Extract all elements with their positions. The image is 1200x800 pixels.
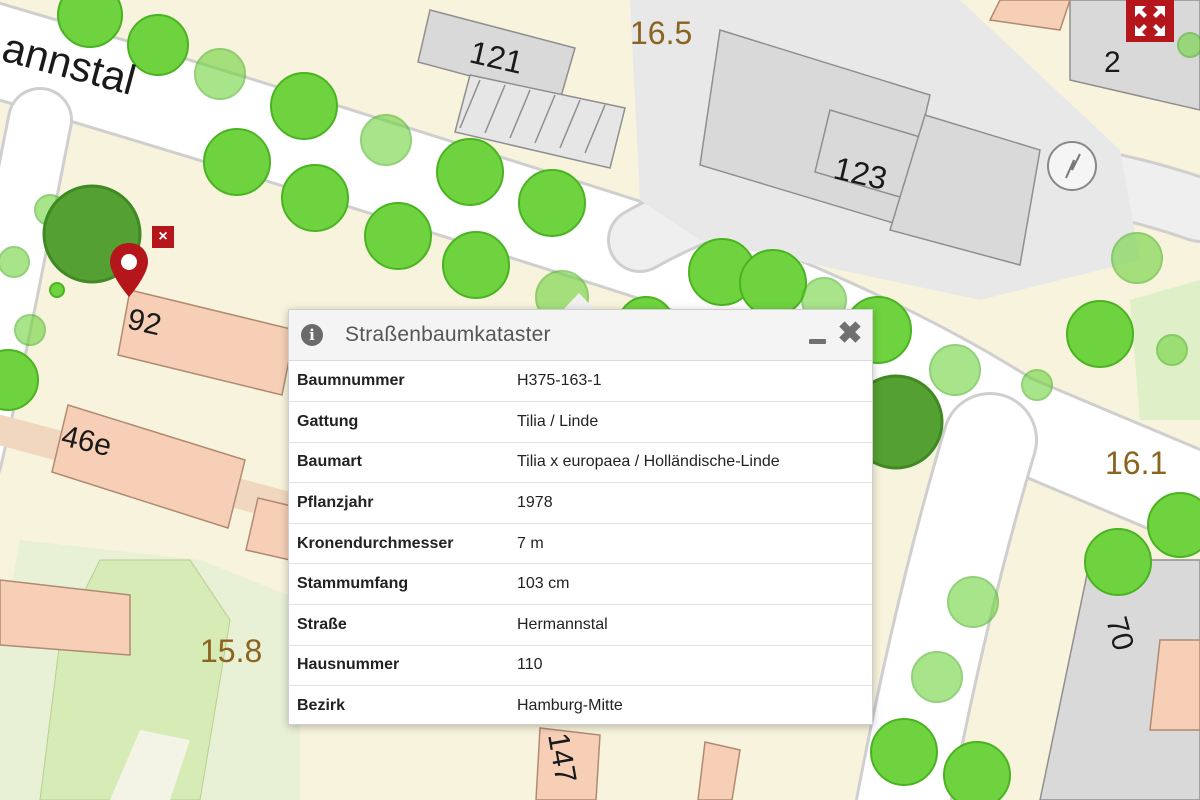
close-icon: ✖ [837, 317, 863, 350]
attribute-key: Stammumfang [289, 563, 509, 606]
attribute-value: 103 cm [509, 563, 872, 606]
tree-marker[interactable] [1156, 334, 1188, 366]
compass-symbol [1047, 141, 1097, 191]
tree-marker[interactable] [194, 48, 246, 100]
tree-marker[interactable] [1177, 32, 1200, 58]
tree-marker[interactable] [360, 114, 412, 166]
table-row: Stammumfang 103 cm [289, 563, 872, 606]
attribute-value: H375-163-1 [509, 361, 872, 403]
attribute-key: Baumart [289, 442, 509, 484]
info-icon: i [301, 324, 323, 346]
table-row: Kronendurchmesser 7 m [289, 523, 872, 565]
attribute-table: Baumnummer H375-163-1 Gattung Tilia / Lind… [289, 361, 872, 726]
tree-marker[interactable] [1147, 492, 1200, 558]
height-label: 16.5 [630, 15, 692, 51]
tree-marker[interactable] [739, 249, 807, 317]
close-button[interactable]: ✖ [836, 319, 864, 349]
tree-marker[interactable] [0, 246, 30, 278]
table-row: Baumart Tilia x europaea / Holländische-L… [289, 442, 872, 484]
tree-marker[interactable] [911, 651, 963, 703]
attribute-value: Tilia x europaea / Holländische-Linde [509, 442, 872, 484]
attribute-value: 7 m [509, 523, 872, 565]
height-label: 15.8 [200, 633, 262, 669]
attribute-key: Bezirk [297, 697, 346, 715]
tree-marker[interactable] [1021, 369, 1053, 401]
attribute-value: 110 [509, 645, 872, 687]
tree-marker[interactable] [947, 576, 999, 628]
map-pin-icon[interactable] [108, 242, 150, 298]
table-row: Hausnummer 110 [289, 645, 872, 687]
popup-arrow [563, 293, 595, 310]
attribute-key: Gattung [289, 401, 509, 443]
attribute-key: Hausnummer [289, 645, 509, 687]
tree-marker[interactable] [518, 169, 586, 237]
attribute-value: Tilia / Linde [509, 401, 872, 443]
tree-marker[interactable] [49, 282, 65, 298]
house-number-label: 2 [1104, 46, 1121, 79]
table-row: Straße Hermannstal [289, 604, 872, 646]
feature-info-popup: i Straßenbaumkataster ✖ Baumnummer H375-1… [288, 309, 873, 725]
tree-marker[interactable] [1084, 528, 1152, 596]
popup-title: Straßenbaumkataster [345, 323, 551, 346]
tree-marker[interactable] [870, 718, 938, 786]
tree-marker[interactable] [364, 202, 432, 270]
table-row: Pflanzjahr 1978 [289, 482, 872, 524]
expand-arrows-icon [1135, 6, 1165, 36]
tree-marker[interactable] [436, 138, 504, 206]
popup-header: i Straßenbaumkataster ✖ [289, 310, 872, 361]
tree-marker[interactable] [1111, 232, 1163, 284]
height-label: 16.1 [1105, 445, 1167, 481]
attribute-key: Straße [289, 604, 509, 646]
fullscreen-button[interactable] [1126, 0, 1174, 42]
attribute-key: Pflanzjahr [289, 482, 509, 524]
attribute-value: Hermannstal [509, 604, 872, 646]
close-icon: × [158, 228, 168, 245]
tree-marker[interactable] [943, 741, 1011, 800]
attribute-value: Hamburg-Mitte [517, 697, 623, 715]
marker-remove-button[interactable]: × [152, 226, 174, 248]
tree-marker[interactable] [14, 314, 46, 346]
tree-marker[interactable] [1066, 300, 1134, 368]
tree-marker[interactable] [203, 128, 271, 196]
tree-marker[interactable] [929, 344, 981, 396]
tree-marker[interactable] [270, 72, 338, 140]
table-row: Baumnummer H375-163-1 [289, 361, 872, 403]
table-row: Bezirk Hamburg-Mitte [289, 686, 872, 727]
minimize-button[interactable] [809, 339, 826, 344]
tree-marker[interactable] [281, 164, 349, 232]
attribute-key: Baumnummer [289, 361, 509, 403]
attribute-value: 1978 [509, 482, 872, 524]
attribute-key: Kronendurchmesser [289, 523, 509, 565]
table-row: Gattung Tilia / Linde [289, 401, 872, 443]
tree-marker[interactable] [442, 231, 510, 299]
